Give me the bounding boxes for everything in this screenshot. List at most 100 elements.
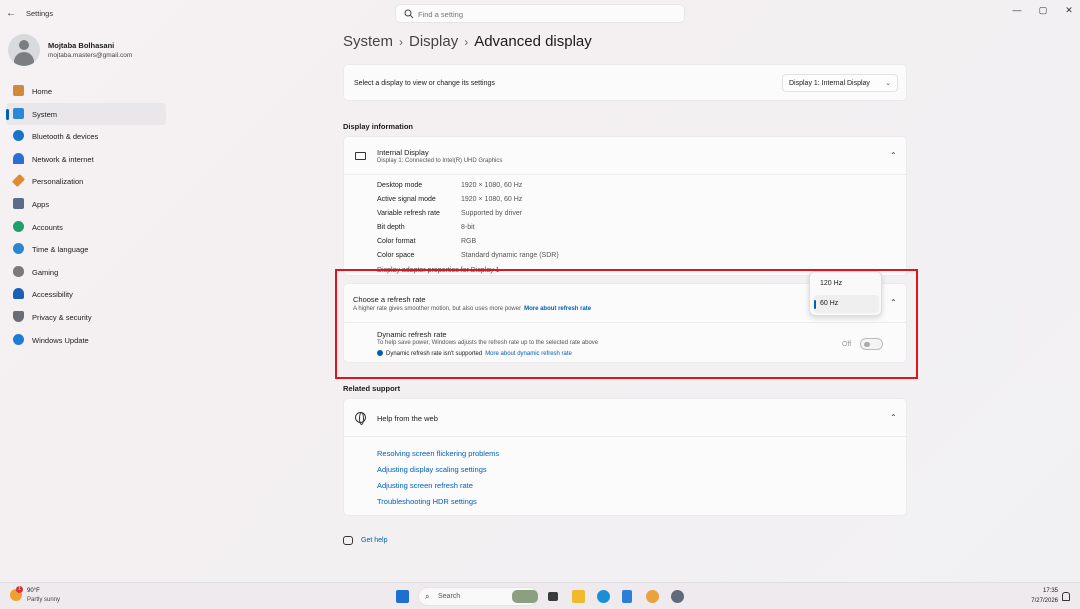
sidebar-item-label: Time & language — [32, 245, 89, 255]
close-button[interactable]: ✕ — [1058, 3, 1080, 17]
breadcrumb: System › Display › Advanced display — [343, 33, 592, 50]
get-help-label: Get help — [361, 537, 388, 544]
help-chat-icon — [343, 536, 353, 545]
globe-clock-icon — [13, 243, 24, 255]
sidebar-item-privacy[interactable]: Privacy & security — [6, 306, 166, 329]
notification-bell-icon[interactable] — [1062, 592, 1070, 601]
sidebar-item-gaming[interactable]: Gaming — [6, 261, 166, 284]
home-icon — [13, 85, 24, 96]
chevron-up-icon[interactable]: ⌃ — [890, 151, 897, 160]
person-icon — [13, 220, 24, 232]
weather-description: Partly sunny — [27, 597, 61, 603]
minimize-button[interactable]: — — [1006, 3, 1028, 17]
sidebar-item-network[interactable]: Network & internet — [6, 148, 166, 171]
sidebar-item-windows-update[interactable]: Windows Update — [6, 329, 166, 352]
shield-icon — [13, 310, 24, 322]
sidebar-item-home[interactable]: Home — [6, 80, 166, 103]
highlight-box — [335, 269, 918, 379]
chevron-down-icon: ⌄ — [885, 80, 891, 87]
sidebar-item-label: Personalization — [32, 177, 84, 187]
sidebar-item-personalization[interactable]: Personalization — [6, 170, 166, 193]
display-dropdown[interactable]: Display 1: Internal Display ⌄ — [782, 74, 898, 92]
globe-icon — [355, 412, 366, 425]
sidebar-item-label: Windows Update — [32, 335, 89, 345]
title-bar: ← Settings — ▢ ✕ — [0, 0, 1080, 28]
profile-email: mojtaba.masters@gmail.com — [48, 52, 133, 59]
sidebar-item-time-language[interactable]: Time & language — [6, 238, 166, 261]
start-icon[interactable] — [396, 590, 409, 603]
sidebar-item-system[interactable]: System — [6, 102, 166, 126]
notification-badge: 1 — [16, 586, 23, 593]
search-highlight-icon[interactable] — [512, 590, 538, 603]
bluetooth-icon — [13, 130, 24, 142]
app-title: Settings — [26, 9, 54, 18]
display-subtitle: Display 1: Connected to Intel(R) UHD Gra… — [377, 158, 503, 164]
update-icon — [13, 333, 24, 345]
settings-gear-icon[interactable] — [671, 590, 684, 603]
settings-search-box[interactable] — [395, 4, 685, 23]
search-input[interactable] — [418, 7, 668, 21]
display-info-header[interactable]: Internal Display Display 1: Connected to… — [344, 137, 906, 175]
weather-temperature: 90°F — [27, 588, 40, 594]
sidebar-item-accessibility[interactable]: Accessibility — [6, 283, 166, 306]
help-link[interactable]: Adjusting screen refresh rate — [377, 481, 473, 490]
monitor-icon — [13, 107, 24, 119]
sidebar-item-accounts[interactable]: Accounts — [6, 216, 166, 239]
display-select-label: Select a display to view or change its s… — [354, 80, 495, 87]
page-title: Advanced display — [474, 33, 592, 50]
task-view-icon[interactable] — [548, 592, 558, 601]
help-link[interactable]: Troubleshooting HDR settings — [377, 497, 477, 506]
edge-icon[interactable] — [597, 590, 610, 603]
display-select-card: Select a display to view or change its s… — [343, 64, 907, 101]
sidebar-item-label: Bluetooth & devices — [32, 132, 99, 142]
sidebar-item-label: Home — [32, 87, 53, 96]
avatar — [8, 34, 40, 66]
back-arrow-icon[interactable]: ← — [6, 8, 20, 20]
sidebar-item-label: Privacy & security — [32, 312, 92, 322]
prop-value: Standard dynamic range (SDR) — [461, 252, 559, 259]
prop-value: 8-bit — [461, 224, 475, 231]
help-link[interactable]: Adjusting display scaling settings — [377, 465, 487, 474]
sidebar-item-label: System — [32, 109, 58, 119]
sidebar-item-label: Accessibility — [32, 290, 73, 300]
clock-date[interactable]: 7/27/2026 — [1020, 598, 1058, 604]
prop-label: Color format — [377, 238, 416, 245]
prop-label: Desktop mode — [377, 182, 423, 189]
file-explorer-icon[interactable] — [572, 590, 585, 603]
sidebar-item-label: Network & internet — [32, 154, 94, 164]
chevron-right-icon: › — [464, 35, 469, 49]
prop-value: 1920 × 1080, 60 Hz — [461, 196, 523, 203]
sidebar-nav: Home System Bluetooth & devices Network … — [6, 80, 166, 351]
help-from-web-header[interactable]: Help from the web ⌃ — [344, 399, 906, 437]
maximize-button[interactable]: ▢ — [1032, 3, 1054, 17]
calculator-icon[interactable] — [622, 590, 632, 603]
search-icon — [404, 9, 414, 19]
selection-indicator — [6, 108, 9, 120]
display-name: Internal Display — [377, 148, 429, 157]
help-from-web-card: Help from the web ⌃ Resolving screen fli… — [343, 398, 907, 516]
prop-label: Color space — [377, 252, 415, 259]
sidebar-item-apps[interactable]: Apps — [6, 193, 166, 216]
apps-icon — [13, 197, 24, 209]
taskbar: 1 90°F Partly sunny ⌕ Search 17:35 7/27/… — [0, 582, 1080, 609]
display-info-card: Internal Display Display 1: Connected to… — [343, 136, 907, 276]
chevron-up-icon[interactable]: ⌃ — [890, 413, 897, 422]
sidebar-item-label: Apps — [32, 199, 50, 209]
gamepad-icon — [13, 265, 24, 277]
display-information-heading: Display information — [343, 122, 414, 131]
taskbar-search-label: Search — [438, 593, 461, 600]
app-icon[interactable] — [646, 590, 659, 603]
help-link[interactable]: Resolving screen flickering problems — [377, 449, 499, 458]
sidebar-item-label: Gaming — [32, 267, 59, 277]
sidebar-item-label: Accounts — [32, 222, 63, 232]
prop-value: RGB — [461, 238, 477, 245]
wifi-icon — [13, 152, 24, 164]
brush-icon — [11, 174, 26, 188]
monitor-icon — [355, 152, 366, 160]
clock-time[interactable]: 17:35 — [1030, 588, 1058, 594]
chevron-right-icon: › — [399, 35, 404, 49]
breadcrumb-system[interactable]: System — [343, 33, 393, 50]
search-icon: ⌕ — [425, 592, 430, 601]
breadcrumb-display[interactable]: Display — [409, 33, 458, 50]
sidebar-item-bluetooth[interactable]: Bluetooth & devices — [6, 125, 166, 148]
